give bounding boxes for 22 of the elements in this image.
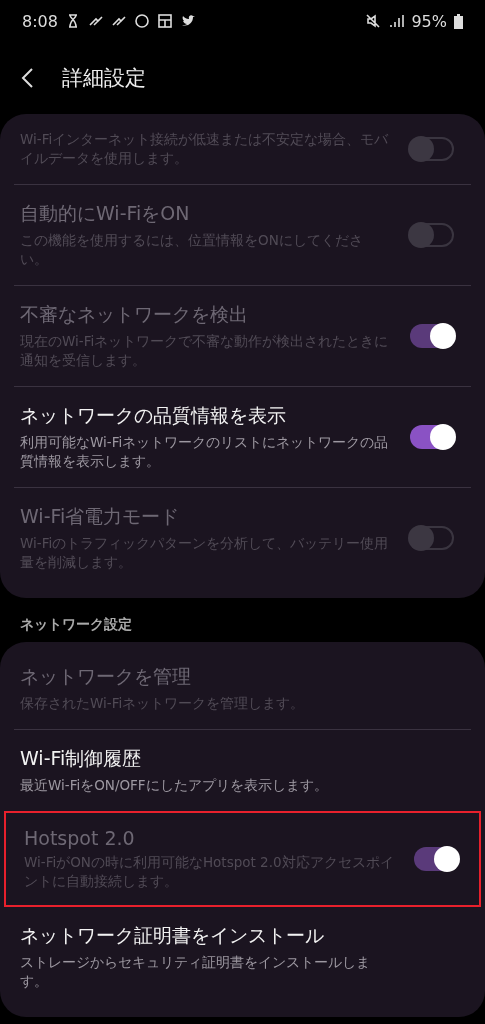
clock: 8:08 [22,11,58,31]
signal-icon [388,13,405,29]
circle-icon [133,13,150,29]
back-icon [20,67,34,89]
setting-title: ネットワーク証明書をインストール [20,923,325,948]
page-title: 詳細設定 [62,65,146,92]
battery-icon [454,13,463,29]
grid-icon [156,13,173,29]
setting-description: 利用可能なWi-Fiネットワークのリストにネットワークの品質情報を表示します。 [20,433,390,471]
setting-title: ネットワークを管理 [20,664,192,689]
setting-title: Wi-Fi制御履歴 [20,746,143,771]
setting-description: ストレージからセキュリティ証明書をインストールします。 [20,953,371,991]
setting-title: 不審なネットワークを検出 [20,302,249,327]
battery-percentage: 95% [411,11,447,31]
mute-icon [365,13,382,29]
setting-title: ネットワークの品質情報を表示 [20,403,287,428]
setting-title: 自動的にWi-FiをON [20,201,191,226]
setting-description: 最近Wi-FiをON/OFFにしたアプリを表示します。 [20,776,329,795]
setting-title: Hotspot 2.0 [24,827,136,849]
toggle-switch[interactable] [410,425,454,449]
section-heading: ネットワーク設定 [19,615,133,634]
setting-title: Wi-Fi省電力モード [20,504,181,529]
